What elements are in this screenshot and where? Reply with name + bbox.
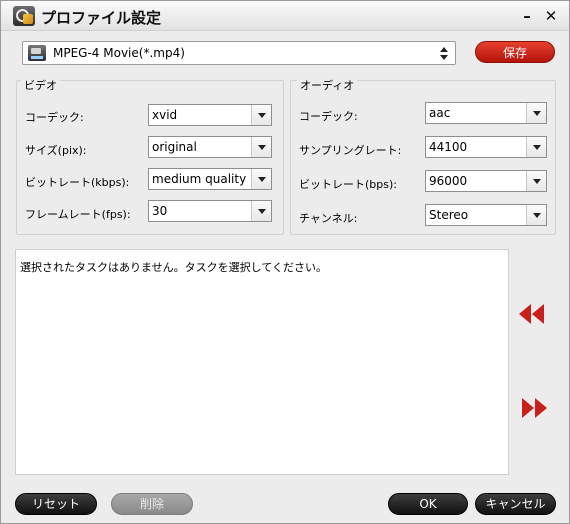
- title-bar: プロファイル設定 – ✕: [1, 1, 569, 31]
- mp4-file-icon: [28, 45, 46, 61]
- video-codec-label: コーデック:: [25, 111, 84, 124]
- audio-channel-select[interactable]: Stereo: [425, 204, 547, 226]
- window-title: プロファイル設定: [41, 9, 162, 27]
- audio-bitrate-value: 96000: [429, 174, 468, 188]
- chevron-down-icon: [251, 105, 271, 125]
- audio-codec-select[interactable]: aac: [425, 102, 547, 124]
- video-size-label: サイズ(pix):: [25, 144, 87, 157]
- video-size-value: original: [152, 140, 197, 154]
- video-bitrate-select[interactable]: medium quality: [148, 168, 272, 190]
- task-list-area[interactable]: 選択されたタスクはありません。タスクを選択してください。: [15, 249, 509, 475]
- video-codec-value: xvid: [152, 108, 178, 122]
- audio-group-legend: オーディオ: [297, 77, 358, 93]
- chevron-down-icon: [251, 137, 271, 157]
- video-bitrate-label: ビットレート(kbps):: [25, 176, 130, 189]
- audio-samplerate-label: サンプリングレート:: [299, 144, 402, 157]
- audio-codec-label: コーデック:: [299, 110, 358, 123]
- chevron-down-icon: [526, 171, 546, 191]
- save-button[interactable]: 保存: [475, 41, 555, 63]
- up-down-arrows-icon: [439, 44, 449, 62]
- reset-button[interactable]: リセット: [15, 493, 97, 515]
- video-size-select[interactable]: original: [148, 136, 272, 158]
- profile-settings-window: プロファイル設定 – ✕ MPEG-4 Movie(*.mp4) 保存 ビデオ …: [0, 0, 570, 524]
- audio-channel-label: チャンネル:: [299, 212, 358, 225]
- audio-bitrate-label: ビットレート(bps):: [299, 178, 397, 191]
- close-button[interactable]: ✕: [543, 8, 559, 24]
- rewind-icon: [519, 304, 531, 324]
- cancel-button[interactable]: キャンセル: [475, 493, 556, 515]
- video-bitrate-value: medium quality: [152, 172, 247, 186]
- video-group-legend: ビデオ: [21, 77, 60, 93]
- audio-samplerate-value: 44100: [429, 140, 468, 154]
- app-logo-icon: [13, 6, 35, 26]
- delete-button[interactable]: 削除: [111, 493, 193, 515]
- audio-codec-value: aac: [429, 106, 451, 120]
- chevron-down-icon: [526, 103, 546, 123]
- audio-samplerate-select[interactable]: 44100: [425, 136, 547, 158]
- next-task-button[interactable]: [522, 397, 552, 421]
- ok-button[interactable]: OK: [388, 493, 468, 515]
- minimize-button[interactable]: –: [519, 8, 535, 24]
- profile-select-value: MPEG-4 Movie(*.mp4): [53, 46, 185, 60]
- video-codec-select[interactable]: xvid: [148, 104, 272, 126]
- fast-forward-icon: [522, 398, 534, 418]
- chevron-down-icon: [251, 169, 271, 189]
- chevron-down-icon: [526, 205, 546, 225]
- audio-channel-value: Stereo: [429, 208, 469, 222]
- video-framerate-label: フレームレート(fps):: [25, 208, 131, 221]
- audio-bitrate-select[interactable]: 96000: [425, 170, 547, 192]
- video-framerate-select[interactable]: 30: [148, 200, 272, 222]
- profile-select[interactable]: MPEG-4 Movie(*.mp4): [22, 41, 456, 65]
- chevron-down-icon: [526, 137, 546, 157]
- video-framerate-value: 30: [152, 204, 168, 218]
- rewind-icon-part: [532, 304, 544, 324]
- task-message: 選択されたタスクはありません。タスクを選択してください。: [20, 261, 328, 274]
- fast-forward-icon-part: [535, 398, 547, 418]
- previous-task-button[interactable]: [519, 303, 549, 327]
- chevron-down-icon: [251, 201, 271, 221]
